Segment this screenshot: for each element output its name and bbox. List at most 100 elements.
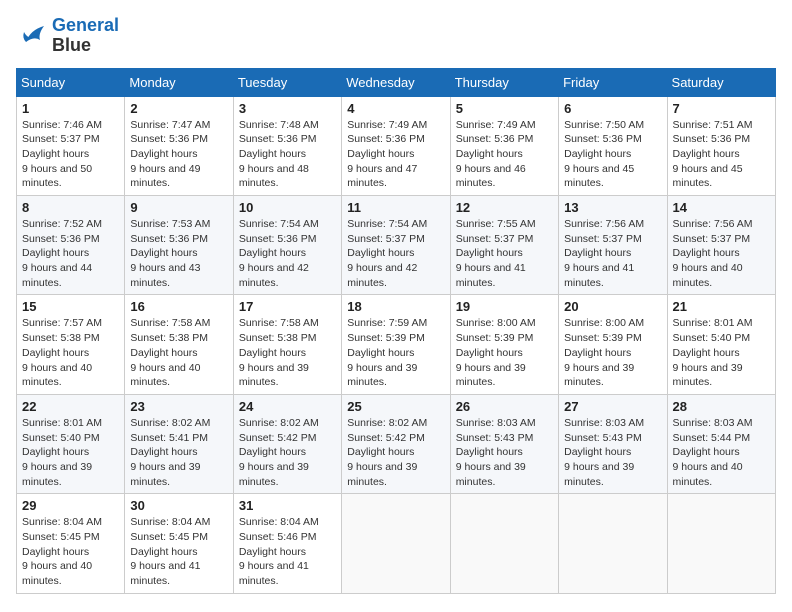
calendar-cell: 8 Sunrise: 7:52 AM Sunset: 5:36 PM Dayli… xyxy=(17,196,125,295)
day-number: 19 xyxy=(456,299,553,314)
day-detail: Sunrise: 8:01 AM Sunset: 5:40 PM Dayligh… xyxy=(22,416,119,489)
day-detail: Sunrise: 7:51 AM Sunset: 5:36 PM Dayligh… xyxy=(673,118,770,191)
day-number: 10 xyxy=(239,200,336,215)
day-number: 17 xyxy=(239,299,336,314)
day-detail: Sunrise: 8:02 AM Sunset: 5:41 PM Dayligh… xyxy=(130,416,227,489)
day-detail: Sunrise: 8:04 AM Sunset: 5:46 PM Dayligh… xyxy=(239,515,336,588)
calendar-cell: 3 Sunrise: 7:48 AM Sunset: 5:36 PM Dayli… xyxy=(233,96,341,195)
day-detail: Sunrise: 7:56 AM Sunset: 5:37 PM Dayligh… xyxy=(564,217,661,290)
calendar-cell: 10 Sunrise: 7:54 AM Sunset: 5:36 PM Dayl… xyxy=(233,196,341,295)
day-number: 9 xyxy=(130,200,227,215)
day-detail: Sunrise: 7:58 AM Sunset: 5:38 PM Dayligh… xyxy=(130,316,227,389)
day-detail: Sunrise: 8:03 AM Sunset: 5:44 PM Dayligh… xyxy=(673,416,770,489)
day-number: 4 xyxy=(347,101,444,116)
day-number: 20 xyxy=(564,299,661,314)
calendar-cell: 15 Sunrise: 7:57 AM Sunset: 5:38 PM Dayl… xyxy=(17,295,125,394)
logo-text: GeneralBlue xyxy=(52,16,119,56)
day-number: 31 xyxy=(239,498,336,513)
calendar-cell: 31 Sunrise: 8:04 AM Sunset: 5:46 PM Dayl… xyxy=(233,494,341,593)
calendar-cell: 5 Sunrise: 7:49 AM Sunset: 5:36 PM Dayli… xyxy=(450,96,558,195)
day-number: 2 xyxy=(130,101,227,116)
day-number: 25 xyxy=(347,399,444,414)
day-number: 14 xyxy=(673,200,770,215)
calendar-cell: 11 Sunrise: 7:54 AM Sunset: 5:37 PM Dayl… xyxy=(342,196,450,295)
day-number: 1 xyxy=(22,101,119,116)
calendar-cell: 26 Sunrise: 8:03 AM Sunset: 5:43 PM Dayl… xyxy=(450,394,558,493)
day-number: 26 xyxy=(456,399,553,414)
day-number: 7 xyxy=(673,101,770,116)
calendar-cell: 16 Sunrise: 7:58 AM Sunset: 5:38 PM Dayl… xyxy=(125,295,233,394)
weekday-header: Thursday xyxy=(450,68,558,96)
day-number: 8 xyxy=(22,200,119,215)
calendar-cell: 9 Sunrise: 7:53 AM Sunset: 5:36 PM Dayli… xyxy=(125,196,233,295)
day-number: 13 xyxy=(564,200,661,215)
day-number: 24 xyxy=(239,399,336,414)
day-number: 22 xyxy=(22,399,119,414)
calendar-cell xyxy=(342,494,450,593)
day-number: 28 xyxy=(673,399,770,414)
calendar-cell: 7 Sunrise: 7:51 AM Sunset: 5:36 PM Dayli… xyxy=(667,96,775,195)
day-number: 23 xyxy=(130,399,227,414)
day-detail: Sunrise: 8:03 AM Sunset: 5:43 PM Dayligh… xyxy=(564,416,661,489)
day-detail: Sunrise: 7:53 AM Sunset: 5:36 PM Dayligh… xyxy=(130,217,227,290)
calendar-table: SundayMondayTuesdayWednesdayThursdayFrid… xyxy=(16,68,776,594)
calendar-cell: 24 Sunrise: 8:02 AM Sunset: 5:42 PM Dayl… xyxy=(233,394,341,493)
day-detail: Sunrise: 7:59 AM Sunset: 5:39 PM Dayligh… xyxy=(347,316,444,389)
day-detail: Sunrise: 7:55 AM Sunset: 5:37 PM Dayligh… xyxy=(456,217,553,290)
calendar-cell: 23 Sunrise: 8:02 AM Sunset: 5:41 PM Dayl… xyxy=(125,394,233,493)
day-number: 12 xyxy=(456,200,553,215)
calendar-week-row: 29 Sunrise: 8:04 AM Sunset: 5:45 PM Dayl… xyxy=(17,494,776,593)
day-detail: Sunrise: 7:50 AM Sunset: 5:36 PM Dayligh… xyxy=(564,118,661,191)
calendar-week-row: 15 Sunrise: 7:57 AM Sunset: 5:38 PM Dayl… xyxy=(17,295,776,394)
weekday-header: Sunday xyxy=(17,68,125,96)
day-detail: Sunrise: 7:54 AM Sunset: 5:36 PM Dayligh… xyxy=(239,217,336,290)
logo: GeneralBlue xyxy=(16,16,119,56)
calendar-cell: 25 Sunrise: 8:02 AM Sunset: 5:42 PM Dayl… xyxy=(342,394,450,493)
day-number: 18 xyxy=(347,299,444,314)
calendar-cell: 22 Sunrise: 8:01 AM Sunset: 5:40 PM Dayl… xyxy=(17,394,125,493)
weekday-header: Friday xyxy=(559,68,667,96)
day-detail: Sunrise: 8:03 AM Sunset: 5:43 PM Dayligh… xyxy=(456,416,553,489)
day-number: 16 xyxy=(130,299,227,314)
calendar-cell: 17 Sunrise: 7:58 AM Sunset: 5:38 PM Dayl… xyxy=(233,295,341,394)
day-detail: Sunrise: 8:04 AM Sunset: 5:45 PM Dayligh… xyxy=(22,515,119,588)
day-detail: Sunrise: 8:01 AM Sunset: 5:40 PM Dayligh… xyxy=(673,316,770,389)
day-detail: Sunrise: 8:04 AM Sunset: 5:45 PM Dayligh… xyxy=(130,515,227,588)
day-number: 15 xyxy=(22,299,119,314)
day-number: 6 xyxy=(564,101,661,116)
day-detail: Sunrise: 7:48 AM Sunset: 5:36 PM Dayligh… xyxy=(239,118,336,191)
day-detail: Sunrise: 8:02 AM Sunset: 5:42 PM Dayligh… xyxy=(239,416,336,489)
calendar-cell: 1 Sunrise: 7:46 AM Sunset: 5:37 PM Dayli… xyxy=(17,96,125,195)
page-header: GeneralBlue xyxy=(16,16,776,56)
day-number: 3 xyxy=(239,101,336,116)
day-detail: Sunrise: 7:58 AM Sunset: 5:38 PM Dayligh… xyxy=(239,316,336,389)
calendar-cell: 14 Sunrise: 7:56 AM Sunset: 5:37 PM Dayl… xyxy=(667,196,775,295)
calendar-cell: 28 Sunrise: 8:03 AM Sunset: 5:44 PM Dayl… xyxy=(667,394,775,493)
day-number: 29 xyxy=(22,498,119,513)
calendar-cell: 18 Sunrise: 7:59 AM Sunset: 5:39 PM Dayl… xyxy=(342,295,450,394)
calendar-cell xyxy=(667,494,775,593)
calendar-week-row: 1 Sunrise: 7:46 AM Sunset: 5:37 PM Dayli… xyxy=(17,96,776,195)
calendar-cell: 20 Sunrise: 8:00 AM Sunset: 5:39 PM Dayl… xyxy=(559,295,667,394)
day-detail: Sunrise: 7:52 AM Sunset: 5:36 PM Dayligh… xyxy=(22,217,119,290)
day-number: 30 xyxy=(130,498,227,513)
day-detail: Sunrise: 7:47 AM Sunset: 5:36 PM Dayligh… xyxy=(130,118,227,191)
calendar-cell: 13 Sunrise: 7:56 AM Sunset: 5:37 PM Dayl… xyxy=(559,196,667,295)
day-number: 5 xyxy=(456,101,553,116)
calendar-cell xyxy=(450,494,558,593)
calendar-cell: 19 Sunrise: 8:00 AM Sunset: 5:39 PM Dayl… xyxy=(450,295,558,394)
day-detail: Sunrise: 7:56 AM Sunset: 5:37 PM Dayligh… xyxy=(673,217,770,290)
calendar-cell: 6 Sunrise: 7:50 AM Sunset: 5:36 PM Dayli… xyxy=(559,96,667,195)
day-detail: Sunrise: 7:54 AM Sunset: 5:37 PM Dayligh… xyxy=(347,217,444,290)
calendar-cell xyxy=(559,494,667,593)
weekday-header: Wednesday xyxy=(342,68,450,96)
weekday-header: Tuesday xyxy=(233,68,341,96)
day-detail: Sunrise: 8:00 AM Sunset: 5:39 PM Dayligh… xyxy=(564,316,661,389)
day-detail: Sunrise: 7:49 AM Sunset: 5:36 PM Dayligh… xyxy=(456,118,553,191)
calendar-cell: 29 Sunrise: 8:04 AM Sunset: 5:45 PM Dayl… xyxy=(17,494,125,593)
day-detail: Sunrise: 8:00 AM Sunset: 5:39 PM Dayligh… xyxy=(456,316,553,389)
calendar-cell: 12 Sunrise: 7:55 AM Sunset: 5:37 PM Dayl… xyxy=(450,196,558,295)
calendar-cell: 4 Sunrise: 7:49 AM Sunset: 5:36 PM Dayli… xyxy=(342,96,450,195)
calendar-week-row: 22 Sunrise: 8:01 AM Sunset: 5:40 PM Dayl… xyxy=(17,394,776,493)
calendar-cell: 27 Sunrise: 8:03 AM Sunset: 5:43 PM Dayl… xyxy=(559,394,667,493)
